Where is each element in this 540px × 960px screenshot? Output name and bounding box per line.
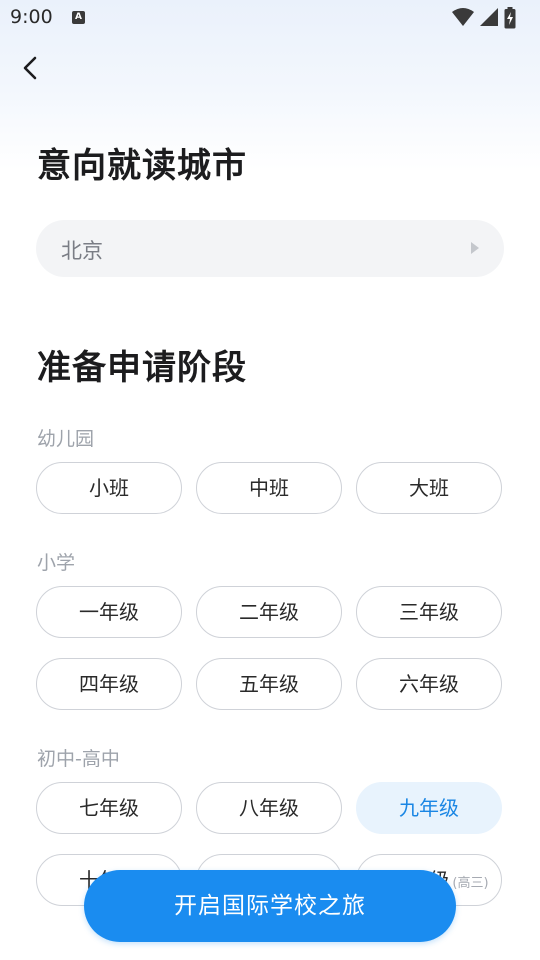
wifi-icon [452,8,474,26]
chip-grade-4[interactable]: 四年级 [36,658,182,710]
city-select-value: 北京 [61,239,103,263]
chip-grade-7[interactable]: 七年级 [36,782,182,834]
status-icons [452,7,532,29]
chip-grade-8[interactable]: 八年级 [196,782,342,834]
chevron-left-icon [23,56,37,80]
city-section-title: 意向就读城市 [37,146,247,186]
notification-a-icon: A [72,11,85,24]
chip-grade-1[interactable]: 一年级 [36,586,182,638]
chip-daban[interactable]: 大班 [356,462,502,514]
group-label-kindergarten: 幼儿园 [37,428,95,450]
chip-grade-12-note: (高三) [452,876,489,891]
stage-section-title: 准备申请阶段 [37,348,247,388]
signal-icon [480,8,498,26]
status-time: 9:00 [10,6,53,28]
city-select[interactable]: 北京 [36,220,504,277]
chip-zhongban[interactable]: 中班 [196,462,342,514]
chip-grade-5[interactable]: 五年级 [196,658,342,710]
start-journey-button[interactable]: 开启国际学校之旅 [84,870,456,942]
chip-grade-3[interactable]: 三年级 [356,586,502,638]
chip-xiaoban[interactable]: 小班 [36,462,182,514]
group-label-primary: 小学 [37,552,76,574]
status-bar: 9:00 A [0,0,540,36]
chip-grade-9-selected[interactable]: 九年级 [356,782,502,834]
group-label-middle-high: 初中-高中 [37,748,120,770]
chip-grade-2[interactable]: 二年级 [196,586,342,638]
battery-icon [504,7,516,29]
back-button[interactable] [14,50,50,86]
triangle-right-icon [471,242,479,254]
chip-grade-6[interactable]: 六年级 [356,658,502,710]
